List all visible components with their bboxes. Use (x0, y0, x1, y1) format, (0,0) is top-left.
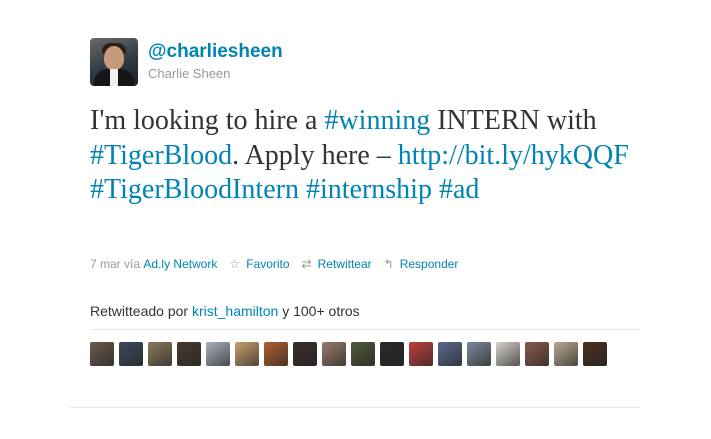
tweet-text-segment: INTERN with (430, 105, 597, 136)
hashtag-link[interactable]: #ad (439, 174, 479, 205)
retweeter-avatar[interactable] (90, 342, 114, 366)
retweet-icon: ⇄ (301, 257, 312, 271)
hashtag-link[interactable]: #internship (306, 174, 432, 205)
retweeter-avatar[interactable] (438, 342, 462, 366)
retweeter-avatar[interactable] (496, 342, 520, 366)
retweeter-avatar[interactable] (206, 342, 230, 366)
retweeted-by-prefix: Retwitteado por (90, 303, 189, 319)
retweeted-by-user-link[interactable]: krist_hamilton (192, 303, 278, 319)
tweet-text-segment: . Apply here – (232, 139, 398, 171)
bottom-divider (70, 407, 640, 408)
retweeted-by-suffix: y 100+ otros (282, 303, 360, 319)
retweeter-avatars (90, 342, 607, 366)
via-app-link[interactable]: Ad.ly Network (143, 257, 217, 271)
author-avatar[interactable] (90, 38, 138, 86)
retweeter-avatar[interactable] (554, 342, 578, 366)
url-link[interactable]: http://bit.ly/hykQQF (398, 140, 629, 171)
hashtag-link[interactable]: #winning (324, 105, 430, 136)
reply-button[interactable]: Responder (400, 257, 459, 271)
retweet-button[interactable]: Retwittear (318, 257, 372, 271)
tweet-text-segment (299, 174, 306, 205)
retweeter-avatar[interactable] (293, 342, 317, 366)
star-icon: ☆ (229, 257, 241, 271)
tweet-meta: 7 mar vía Ad.ly Network ☆ Favorito ⇄ Retwi… (90, 257, 458, 271)
tweet-text-segment: I'm looking to hire a (90, 105, 325, 136)
hashtag-link[interactable]: #TigerBloodIntern (90, 174, 299, 205)
retweeter-avatar[interactable] (380, 342, 404, 366)
favorite-button[interactable]: Favorito (246, 257, 289, 271)
author-screen-name[interactable]: @charliesheen (148, 41, 283, 63)
retweeter-avatar[interactable] (409, 342, 433, 366)
retweeter-avatar[interactable] (148, 342, 172, 366)
hashtag-link[interactable]: #TigerBlood (90, 140, 232, 171)
retweeter-avatar[interactable] (235, 342, 259, 366)
tweet-date[interactable]: 7 mar (90, 257, 121, 271)
retweeter-avatar[interactable] (583, 342, 607, 366)
retweeter-avatar[interactable] (264, 342, 288, 366)
tweet-text-segment (432, 174, 439, 205)
tweet-card: @charliesheen Charlie Sheen I'm looking … (0, 0, 711, 439)
avatar-face-shape (104, 46, 124, 70)
retweeter-avatar[interactable] (525, 342, 549, 366)
author-full-name: Charlie Sheen (148, 66, 231, 81)
via-label: vía (124, 257, 141, 271)
tweet-text: I'm looking to hire a #winning INTERN wi… (90, 104, 650, 208)
retweeter-avatar[interactable] (177, 342, 201, 366)
retweeter-avatar[interactable] (351, 342, 375, 366)
retweeter-avatar[interactable] (119, 342, 143, 366)
reply-icon: ↰ (383, 257, 394, 271)
retweeter-avatar[interactable] (322, 342, 346, 366)
retweeted-by-line: Retwitteado por krist_hamilton y 100+ ot… (90, 303, 360, 319)
retweeter-avatar[interactable] (467, 342, 491, 366)
divider (90, 329, 640, 330)
avatar-shirt-shape (110, 69, 118, 86)
